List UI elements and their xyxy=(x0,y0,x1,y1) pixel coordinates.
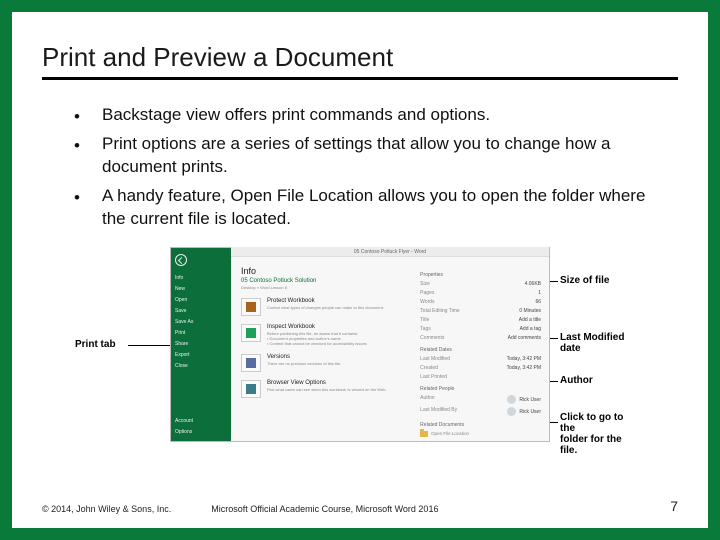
prop-key: Comments xyxy=(420,335,444,341)
prop-author: Author Rick User xyxy=(420,395,541,404)
avatar-icon xyxy=(507,407,516,416)
versions-icon xyxy=(241,354,261,372)
block-desc: There are no previous versions of this f… xyxy=(267,361,410,366)
info-panel: Info 05 Contoso Potluck Solution Desktop… xyxy=(241,266,410,437)
sidebar-item: Info xyxy=(175,275,227,281)
block-desc: Before publishing this file, be aware th… xyxy=(267,331,410,347)
sidebar-item: Save xyxy=(175,308,227,314)
sidebar-item: Export xyxy=(175,352,227,358)
doc-title: 05 Contoso Potluck Solution xyxy=(241,278,410,284)
slide-frame: Print and Preview a Document • Backstage… xyxy=(0,0,720,540)
prop-key: Last Modified By xyxy=(420,407,457,416)
prop-val: 1 xyxy=(538,290,541,296)
prop-key: Created xyxy=(420,365,438,371)
open-file-location: Open File Location xyxy=(420,431,541,437)
block-title: Inspect Workbook xyxy=(267,324,410,330)
info-block-browser: Browser View Options Pick what users can… xyxy=(241,380,410,398)
footer-course: Microsoft Official Academic Course, Micr… xyxy=(211,504,670,514)
info-block-versions: Versions There are no previous versions … xyxy=(241,354,410,372)
back-arrow-icon xyxy=(175,254,187,266)
section-heading: Related People xyxy=(420,386,541,392)
section-heading: Related Dates xyxy=(420,347,541,353)
backstage-sidebar: Info New Open Save Save As Print Share E… xyxy=(171,248,231,441)
callout-last-modified: Last Modified date xyxy=(560,332,640,354)
prop-val: Add a tag xyxy=(520,326,541,332)
bullet-dot: • xyxy=(52,104,102,133)
bullet-item: • Backstage view offers print commands a… xyxy=(52,104,668,133)
sidebar-item: Open xyxy=(175,297,227,303)
title-area: Print and Preview a Document xyxy=(12,12,708,86)
doc-path: Desktop » Word Lesson 5 xyxy=(241,285,410,290)
prop-key: Author xyxy=(420,395,435,404)
info-block-protect: Protect Workbook Control what types of c… xyxy=(241,298,410,316)
inspect-icon xyxy=(241,324,261,342)
block-title: Browser View Options xyxy=(267,380,410,386)
bullet-list: • Backstage view offers print commands a… xyxy=(52,104,668,237)
bullet-dot: • xyxy=(52,185,102,237)
callout-author: Author xyxy=(560,375,593,386)
window-titlebar: 05 Contoso Potluck Flyer - Word xyxy=(231,247,549,257)
prop-key: Title xyxy=(420,317,429,323)
info-heading: Info xyxy=(241,266,410,276)
prop-val: Add comments xyxy=(508,335,541,341)
prop-key: Size xyxy=(420,281,430,287)
prop-val: 0 Minutes xyxy=(519,308,541,314)
backstage-body: Info 05 Contoso Potluck Solution Desktop… xyxy=(241,266,541,437)
prop-key: Pages xyxy=(420,290,434,296)
info-block-inspect: Inspect Workbook Before publishing this … xyxy=(241,324,410,347)
bullet-item: • A handy feature, Open File Location al… xyxy=(52,185,668,237)
protect-icon xyxy=(241,298,261,316)
prop-key: Tags xyxy=(420,326,431,332)
sidebar-item: Account xyxy=(175,418,227,424)
backstage-main: 05 Contoso Potluck Flyer - Word Info 05 … xyxy=(231,248,549,441)
prop-key: Last Modified xyxy=(420,356,450,362)
prop-val: Today, 3:42 PM xyxy=(507,365,541,371)
prop-val: Add a title xyxy=(519,317,541,323)
section-heading: Related Documents xyxy=(420,422,541,428)
callout-size: Size of file xyxy=(560,275,609,286)
sidebar-item: Save As xyxy=(175,319,227,325)
slide-title: Print and Preview a Document xyxy=(42,42,678,73)
content-area: • Backstage view offers print commands a… xyxy=(12,86,708,498)
block-title: Protect Workbook xyxy=(267,298,410,304)
title-underline xyxy=(42,77,678,80)
backstage-screenshot: Info New Open Save Save As Print Share E… xyxy=(170,247,550,442)
bullet-dot: • xyxy=(52,133,102,185)
prop-val: Today, 3:42 PM xyxy=(507,356,541,362)
figure-wrap: Print tab Size of file Last Modified dat… xyxy=(80,247,640,452)
block-title: Versions xyxy=(267,354,410,360)
callout-open-location: Click to go to the folder for the file. xyxy=(560,412,640,456)
block-desc: Pick what users can see when this workbo… xyxy=(267,387,410,392)
bullet-text: A handy feature, Open File Location allo… xyxy=(102,185,668,237)
sidebar-item: Close xyxy=(175,363,227,369)
prop-val: 66 xyxy=(535,299,541,305)
bullet-item: • Print options are a series of settings… xyxy=(52,133,668,185)
sidebar-item: Share xyxy=(175,341,227,347)
footer-copyright: © 2014, John Wiley & Sons, Inc. xyxy=(42,504,211,514)
prop-key: Total Editing Time xyxy=(420,308,459,314)
prop-key: Last Printed xyxy=(420,374,447,380)
sidebar-item: Options xyxy=(175,429,227,435)
folder-icon xyxy=(420,431,428,437)
section-heading: Properties xyxy=(420,272,541,278)
properties-panel: Properties Size 4.06KB Pages 1 Words 66 To… xyxy=(420,266,541,437)
avatar-icon xyxy=(507,395,516,404)
slide-number: 7 xyxy=(670,498,678,514)
prop-val: Rick User xyxy=(507,395,541,404)
callout-print-tab: Print tab xyxy=(75,339,116,350)
prop-val: 4.06KB xyxy=(525,281,541,287)
prop-size: Size 4.06KB xyxy=(420,281,541,287)
footer: © 2014, John Wiley & Sons, Inc. Microsof… xyxy=(12,498,708,528)
sidebar-item-print: Print xyxy=(175,330,227,336)
bullet-text: Backstage view offers print commands and… xyxy=(102,104,668,133)
block-desc: Control what types of changes people can… xyxy=(267,305,410,310)
bullet-text: Print options are a series of settings t… xyxy=(102,133,668,185)
prop-val: Rick User xyxy=(507,407,541,416)
browser-view-icon xyxy=(241,380,261,398)
prop-last-modified: Last Modified Today, 3:42 PM xyxy=(420,356,541,362)
sidebar-item: New xyxy=(175,286,227,292)
prop-key: Words xyxy=(420,299,434,305)
